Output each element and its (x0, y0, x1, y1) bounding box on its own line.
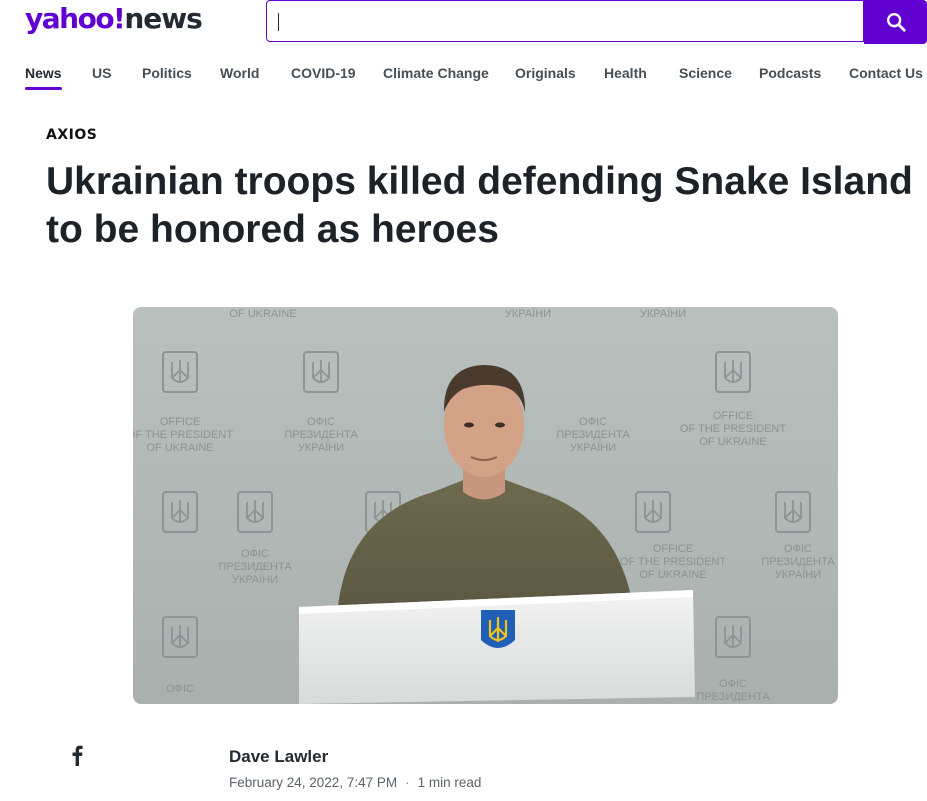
nav-item-health[interactable]: Health (604, 65, 647, 81)
svg-text:ОФІС: ОФІС (307, 416, 335, 428)
meta-separator: · (405, 775, 410, 790)
yahoo-news-logo[interactable]: yahoo! news (25, 2, 203, 42)
svg-text:OFFICE: OFFICE (713, 410, 753, 422)
svg-text:ПРЕЗИДЕНТА: ПРЕЗИДЕНТА (218, 561, 292, 573)
svg-text:OF UKRAINE: OF UKRAINE (639, 569, 706, 581)
svg-text:УКРАЇНИ: УКРАЇНИ (298, 442, 344, 454)
svg-text:OF THE PRESIDENT: OF THE PRESIDENT (620, 556, 726, 568)
text-caret (278, 13, 279, 31)
read-time: 1 min read (417, 775, 482, 790)
svg-text:УКРАЇНИ: УКРАЇНИ (640, 308, 686, 320)
svg-text:УКРАЇНИ: УКРАЇНИ (570, 442, 616, 454)
svg-text:ПРЕЗИДЕНТА: ПРЕЗИДЕНТА (556, 429, 630, 441)
site-header: yahoo! news News US Politics World COVID… (0, 0, 927, 100)
main-nav: News US Politics World COVID-19 Climate … (0, 60, 927, 90)
logo-yahoo-text: yahoo! (25, 2, 126, 35)
svg-text:OF THE PRESIDENT: OF THE PRESIDENT (133, 429, 233, 441)
article-meta: February 24, 2022, 7:47 PM · 1 min read (229, 775, 481, 790)
svg-text:ПРЕЗИДЕНТА: ПРЕЗИДЕНТА (761, 556, 835, 568)
author-name[interactable]: Dave Lawler (229, 747, 328, 767)
svg-text:OF UKRAINE: OF UKRAINE (146, 442, 213, 454)
hero-image: OFFICE OF THE PRESIDENT OF UKRAINE ОФІС … (133, 307, 838, 704)
svg-text:ПРЕЗИДЕНТА: ПРЕЗИДЕНТА (284, 429, 358, 441)
nav-item-climate-change[interactable]: Climate Change (383, 65, 489, 81)
nav-item-originals[interactable]: Originals (515, 65, 576, 81)
nav-item-science[interactable]: Science (679, 65, 732, 81)
svg-text:OFFICE: OFFICE (653, 543, 693, 555)
svg-text:ОФІС: ОФІС (241, 548, 269, 560)
nav-item-us[interactable]: US (92, 65, 111, 81)
svg-text:УКРАЇНИ: УКРАЇНИ (232, 574, 278, 586)
svg-text:ПРЕЗИДЕНТА: ПРЕЗИДЕНТА (696, 691, 770, 703)
nav-item-news[interactable]: News (25, 65, 62, 90)
svg-text:УКРАЇНИ: УКРАЇНИ (775, 569, 821, 581)
source-logo-axios[interactable]: AXIOS (46, 127, 97, 143)
publish-date: February 24, 2022, 7:47 PM (229, 775, 398, 790)
svg-text:OF UKRAINE: OF UKRAINE (699, 436, 766, 448)
nav-item-politics[interactable]: Politics (142, 65, 192, 81)
svg-text:УКРАЇНИ: УКРАЇНИ (505, 308, 551, 320)
backdrop-text: OFFICE (160, 416, 200, 428)
svg-text:OF THE PRESIDENT: OF THE PRESIDENT (680, 423, 786, 435)
nav-item-contact-us[interactable]: Contact Us (849, 65, 923, 81)
nav-item-covid-19[interactable]: COVID-19 (291, 65, 356, 81)
nav-item-podcasts[interactable]: Podcasts (759, 65, 821, 81)
ukraine-coat-of-arms-icon (481, 610, 515, 648)
logo-news-text: news (124, 2, 202, 35)
facebook-icon[interactable] (69, 744, 85, 766)
svg-text:ОФІС: ОФІС (784, 543, 812, 555)
article-headline: Ukrainian troops killed defending Snake … (46, 160, 913, 251)
nav-item-world[interactable]: World (220, 65, 259, 81)
search-icon (886, 13, 906, 32)
svg-text:ОФІС: ОФІС (579, 416, 607, 428)
svg-text:ОФІС: ОФІС (166, 683, 194, 695)
search-input[interactable] (266, 0, 864, 42)
search-button[interactable] (864, 0, 927, 44)
svg-text:OF UKRAINE: OF UKRAINE (229, 308, 296, 320)
podium (299, 590, 695, 704)
svg-text:ОФІС: ОФІС (719, 678, 747, 690)
